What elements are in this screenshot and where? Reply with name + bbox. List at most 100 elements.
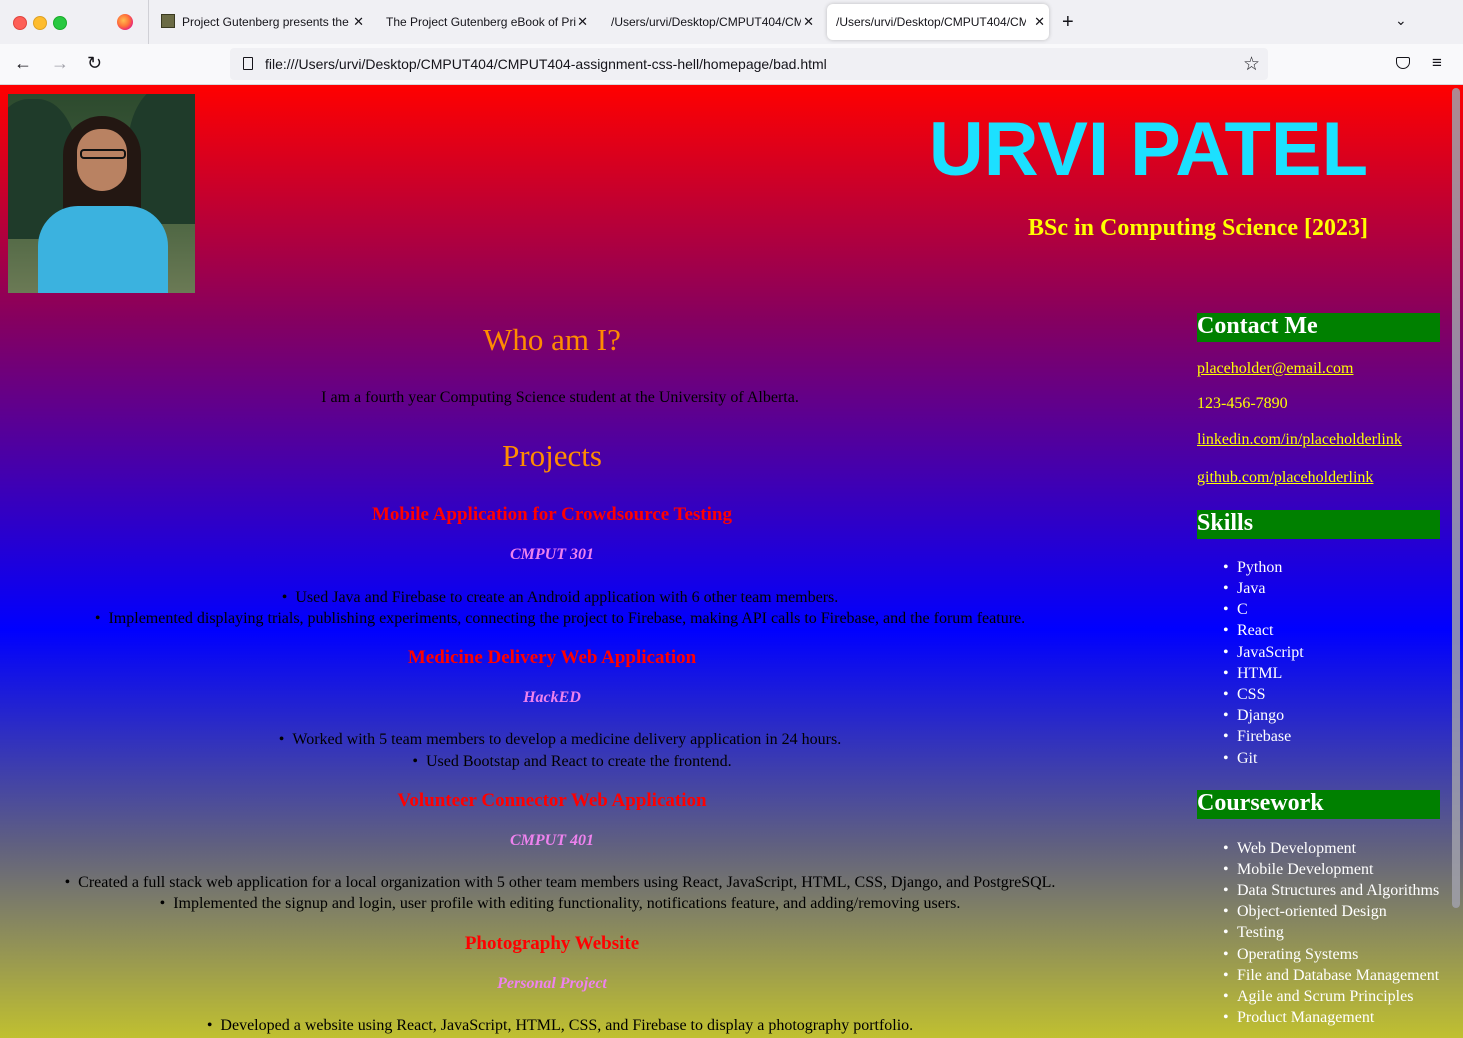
tab-label: /Users/urvi/Desktop/CMPUT404/CM (836, 15, 1026, 29)
close-icon[interactable]: ✕ (803, 14, 814, 30)
project-bullet: • Created a full stack web application fo… (64, 874, 1056, 891)
bullet-text: Used Bootstap and React to create the fr… (425, 753, 732, 770)
email-link[interactable]: placeholder@email.com (1197, 360, 1353, 378)
close-icon[interactable]: ✕ (577, 14, 588, 30)
project-subtitle: CMPUT 301 (510, 546, 594, 563)
skill-label: C (1237, 601, 1248, 618)
tab-separator (148, 0, 149, 44)
skill-label: Django (1237, 707, 1285, 724)
skill-label: Git (1237, 750, 1258, 767)
address-bar[interactable]: file:///Users/urvi/Desktop/CMPUT404/CMPU… (230, 48, 1268, 80)
list-item: Web Development (1223, 840, 1356, 858)
star-icon[interactable]: ☆ (1243, 53, 1260, 76)
bullet-text: Created a full stack web application for… (78, 874, 1056, 891)
list-item: Firebase (1223, 728, 1291, 746)
skill-label: Firebase (1237, 728, 1292, 745)
skill-label: JavaScript (1237, 644, 1304, 661)
tab-local-file-1[interactable]: /Users/urvi/Desktop/CMPUT404/CM ✕ (602, 4, 818, 40)
project-title: Mobile Application for Crowdsource Testi… (372, 504, 732, 525)
minimize-window-button[interactable] (33, 16, 47, 30)
project-subtitle: CMPUT 401 (510, 832, 594, 849)
tab-label: /Users/urvi/Desktop/CMPUT404/CM (611, 15, 801, 29)
github-link[interactable]: github.com/placeholderlink (1197, 469, 1373, 487)
hamburger-menu-icon[interactable]: ≡ (1432, 53, 1442, 73)
about-text: I am a fourth year Computing Science stu… (321, 389, 799, 406)
course-label: Mobile Development (1237, 861, 1374, 878)
degree-subtitle: BSc in Computing Science [2023] (1027, 215, 1368, 241)
list-item: Data Structures and Algorithms (1223, 882, 1439, 900)
arrow-right-icon[interactable]: → (51, 53, 69, 73)
projects-heading: Projects (502, 438, 602, 473)
tab-label: Project Gutenberg presents the (182, 15, 349, 29)
close-window-button[interactable] (13, 16, 27, 30)
photo-face (77, 129, 127, 191)
close-icon[interactable]: ✕ (353, 14, 364, 30)
pocket-icon[interactable] (1396, 57, 1410, 69)
about-heading: Who am I? (483, 322, 621, 357)
page-icon (243, 57, 253, 70)
list-item: Java (1223, 580, 1265, 598)
project-title: Volunteer Connector Web Application (397, 790, 707, 811)
list-item: Agile and Scrum Principles (1223, 988, 1413, 1006)
project-subtitle: HackED (523, 689, 581, 706)
tab-local-file-active[interactable]: /Users/urvi/Desktop/CMPUT404/CM ✕ (827, 4, 1049, 40)
page-viewport: URVI PATEL BSc in Computing Science [202… (0, 85, 1463, 1038)
bullet-text: Implemented the signup and login, user p… (173, 895, 961, 912)
zoom-window-button[interactable] (53, 16, 67, 30)
tab-bar: Project Gutenberg presents the ✕ The Pro… (0, 0, 1463, 44)
vertical-scrollbar[interactable] (1452, 88, 1460, 908)
course-label: Web Development (1237, 840, 1357, 857)
course-label: Operating Systems (1237, 946, 1359, 963)
list-item: HTML (1223, 665, 1282, 683)
list-item: CSS (1223, 686, 1265, 704)
url-text[interactable]: file:///Users/urvi/Desktop/CMPUT404/CMPU… (265, 56, 827, 72)
tab-gutenberg-ebook[interactable]: The Project Gutenberg eBook of Pric ✕ (378, 4, 592, 40)
skills-heading: Skills (1197, 510, 1440, 539)
project-bullet: • Used Java and Firebase to create an And… (281, 589, 839, 606)
navigation-toolbar: ← → ↻ file:///Users/urvi/Desktop/CMPUT40… (0, 44, 1463, 85)
skill-label: React (1237, 622, 1274, 639)
bullet-text: Implemented displaying trials, publishin… (108, 610, 1026, 627)
gutenberg-favicon-icon (161, 14, 175, 28)
skill-label: Python (1237, 559, 1283, 576)
phone-number: 123-456-7890 (1197, 395, 1288, 412)
project-bullet: • Worked with 5 team members to develop a… (278, 731, 842, 748)
list-item: Python (1223, 559, 1282, 577)
firefox-view-icon[interactable] (117, 14, 133, 30)
arrow-left-icon[interactable]: ← (14, 53, 32, 73)
reload-icon[interactable]: ↻ (87, 53, 102, 73)
coursework-heading: Coursework (1197, 790, 1440, 819)
list-item: Git (1223, 750, 1257, 768)
course-label: Object-oriented Design (1237, 903, 1387, 920)
course-label: Data Structures and Algorithms (1237, 882, 1440, 899)
list-item: JavaScript (1223, 644, 1304, 662)
project-title: Medicine Delivery Web Application (407, 647, 697, 668)
photo-glasses (80, 149, 126, 159)
list-item: Operating Systems (1223, 946, 1358, 964)
project-bullet: • Used Bootstap and React to create the f… (412, 753, 732, 770)
project-bullet: • Developed a website using React, JavaSc… (206, 1017, 914, 1034)
course-label: Product Management (1237, 1009, 1375, 1026)
list-item: C (1223, 601, 1248, 619)
project-bullet: • Implemented displaying trials, publishi… (94, 610, 1026, 627)
linkedin-link[interactable]: linkedin.com/in/placeholderlink (1197, 431, 1402, 449)
profile-photo (8, 94, 195, 293)
project-bullet: • Implemented the signup and login, user … (159, 895, 961, 912)
plus-icon[interactable]: + (1062, 11, 1074, 34)
page-title: URVI PATEL (928, 107, 1368, 192)
course-label: File and Database Management (1237, 967, 1440, 984)
list-item: Django (1223, 707, 1284, 725)
tab-label: The Project Gutenberg eBook of Pric (386, 15, 576, 29)
list-item: Testing (1223, 924, 1284, 942)
course-label: Agile and Scrum Principles (1237, 988, 1414, 1005)
contact-heading: Contact Me (1197, 313, 1440, 342)
bullet-text: Used Java and Firebase to create an Andr… (295, 589, 839, 606)
tab-project-gutenberg[interactable]: Project Gutenberg presents the ✕ (158, 4, 368, 40)
close-icon[interactable]: ✕ (1034, 14, 1045, 30)
skill-label: Java (1237, 580, 1266, 597)
skill-label: HTML (1237, 665, 1283, 682)
chevron-down-icon[interactable]: ⌄ (1395, 12, 1407, 29)
project-subtitle: Personal Project (497, 975, 607, 992)
list-item: Mobile Development (1223, 861, 1373, 879)
list-item: Product Management (1223, 1009, 1374, 1027)
